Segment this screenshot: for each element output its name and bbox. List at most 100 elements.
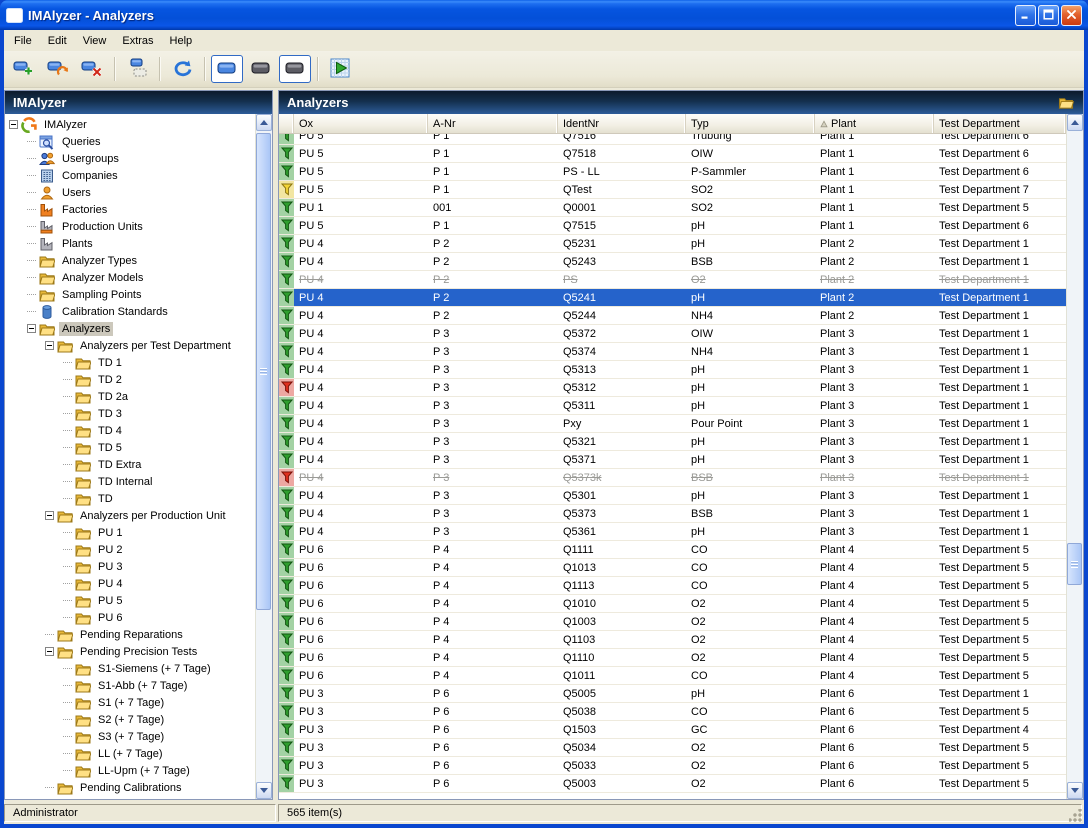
tree-item-sampling-points[interactable]: Sampling Points — [5, 286, 255, 303]
table-scrollbar-thumb[interactable] — [1067, 543, 1082, 585]
table-row-ps-ll[interactable]: PU 5P 1PS - LLP-SammlerPlant 1Test Depar… — [279, 163, 1066, 181]
table-row-q1110[interactable]: PU 6P 4Q1110O2Plant 4Test Department 5 — [279, 649, 1066, 667]
tree-item-analyzer-types[interactable]: Analyzer Types — [5, 252, 255, 269]
tree-item-users[interactable]: Users — [5, 184, 255, 201]
tree-scrollbar-thumb[interactable] — [256, 133, 271, 610]
tree-item-s3-7-tage[interactable]: S3 (+ 7 Tage) — [5, 728, 255, 745]
maximize-button[interactable] — [1038, 5, 1059, 26]
tree-item-td-internal[interactable]: TD Internal — [5, 473, 255, 490]
table-row-q5374[interactable]: PU 4P 3Q5374NH4Plant 3Test Department 1 — [279, 343, 1066, 361]
column-header-plant[interactable]: Plant — [815, 114, 934, 133]
tree-item-analyzers[interactable]: Analyzers — [5, 320, 255, 337]
table-row-q5231[interactable]: PU 4P 2Q5231pHPlant 2Test Department 1 — [279, 235, 1066, 253]
tree-item-s2-7-tage[interactable]: S2 (+ 7 Tage) — [5, 711, 255, 728]
table-row-q1003[interactable]: PU 6P 4Q1003O2Plant 4Test Department 5 — [279, 613, 1066, 631]
column-header-ident[interactable]: IdentNr — [558, 114, 686, 133]
table-scroll-down-button[interactable] — [1067, 782, 1083, 799]
table-scroll-up-button[interactable] — [1067, 114, 1083, 131]
menu-help[interactable]: Help — [162, 32, 201, 50]
close-button[interactable] — [1061, 5, 1082, 26]
tree-scrollbar[interactable] — [255, 114, 272, 799]
resize-grip[interactable] — [1069, 809, 1082, 822]
table-row-q5244[interactable]: PU 4P 2Q5244NH4Plant 2Test Department 1 — [279, 307, 1066, 325]
tree-item-imalyzer[interactable]: IMAlyzer — [5, 116, 255, 133]
table-row-q1010[interactable]: PU 6P 4Q1010O2Plant 4Test Department 5 — [279, 595, 1066, 613]
tree-item-ll-upm-7-tage[interactable]: LL-Upm (+ 7 Tage) — [5, 762, 255, 779]
table-scrollbar[interactable] — [1066, 114, 1083, 799]
table-row-q5372[interactable]: PU 4P 3Q5372OIWPlant 3Test Department 1 — [279, 325, 1066, 343]
table-row-q5301[interactable]: PU 4P 3Q5301pHPlant 3Test Department 1 — [279, 487, 1066, 505]
tree-scroll-up-button[interactable] — [256, 114, 272, 131]
table-row-q7518[interactable]: PU 5P 1Q7518OIWPlant 1Test Department 6 — [279, 145, 1066, 163]
tree-item-analyzers-per-test-department[interactable]: Analyzers per Test Department — [5, 337, 255, 354]
table-row-q7515[interactable]: PU 5P 1Q7515pHPlant 1Test Department 6 — [279, 217, 1066, 235]
menu-view[interactable]: View — [75, 32, 115, 50]
copy-template-button[interactable] — [121, 55, 153, 83]
tree-item-td[interactable]: TD — [5, 490, 255, 507]
tree-item-pu-5[interactable]: PU 5 — [5, 592, 255, 609]
expander-minus-icon[interactable] — [9, 120, 18, 129]
tree-item-td-1[interactable]: TD 1 — [5, 354, 255, 371]
tree-item-usergroups[interactable]: Usergroups — [5, 150, 255, 167]
tree-item-ll-7-tage[interactable]: LL (+ 7 Tage) — [5, 745, 255, 762]
tree-item-analyzer-models[interactable]: Analyzer Models — [5, 269, 255, 286]
table-row-qtest[interactable]: PU 5P 1QTestSO2Plant 1Test Department 7 — [279, 181, 1066, 199]
delete-item-button[interactable] — [76, 55, 108, 83]
tree-item-td-extra[interactable]: TD Extra — [5, 456, 255, 473]
expander-minus-icon[interactable] — [45, 341, 54, 350]
table-row-q0001[interactable]: PU 1001Q0001SO2Plant 1Test Department 5 — [279, 199, 1066, 217]
menu-edit[interactable]: Edit — [40, 32, 75, 50]
column-header-status[interactable] — [279, 114, 294, 133]
table-row-q5005[interactable]: PU 3P 6Q5005pHPlant 6Test Department 1 — [279, 685, 1066, 703]
tree-item-pu-3[interactable]: PU 3 — [5, 558, 255, 575]
table-row-q5321[interactable]: PU 4P 3Q5321pHPlant 3Test Department 1 — [279, 433, 1066, 451]
tree-item-td-3[interactable]: TD 3 — [5, 405, 255, 422]
minimize-button[interactable] — [1015, 5, 1036, 26]
run-query-button[interactable] — [324, 55, 356, 83]
add-item-button[interactable] — [8, 55, 40, 83]
menu-extras[interactable]: Extras — [114, 32, 161, 50]
table-row-pxy[interactable]: PU 4P 3PxyPour PointPlant 3Test Departme… — [279, 415, 1066, 433]
table-row-q1011[interactable]: PU 6P 4Q1011COPlant 4Test Department 5 — [279, 667, 1066, 685]
tree-scrollbar-track[interactable] — [256, 131, 272, 782]
tree-item-td-4[interactable]: TD 4 — [5, 422, 255, 439]
tree-item-s1-siemens-7-tage[interactable]: S1-Siemens (+ 7 Tage) — [5, 660, 255, 677]
edit-item-button[interactable] — [42, 55, 74, 83]
tree-item-td-2[interactable]: TD 2 — [5, 371, 255, 388]
tree-item-companies[interactable]: Companies — [5, 167, 255, 184]
tree-item-pu-4[interactable]: PU 4 — [5, 575, 255, 592]
table-row-q1113[interactable]: PU 6P 4Q1113COPlant 4Test Department 5 — [279, 577, 1066, 595]
column-header-typ[interactable]: Typ — [686, 114, 815, 133]
tree-item-pending-reparations[interactable]: Pending Reparations — [5, 626, 255, 643]
expander-minus-icon[interactable] — [45, 647, 54, 656]
table-row-q5033[interactable]: PU 3P 6Q5033O2Plant 6Test Department 5 — [279, 757, 1066, 775]
table-row-q5371[interactable]: PU 4P 3Q5371pHPlant 3Test Department 1 — [279, 451, 1066, 469]
tree-item-pending-precision-tests[interactable]: Pending Precision Tests — [5, 643, 255, 660]
table-row-q1503[interactable]: PU 3P 6Q1503GCPlant 6Test Department 4 — [279, 721, 1066, 739]
tree-item-s1-7-tage[interactable]: S1 (+ 7 Tage) — [5, 694, 255, 711]
table-row-q5034[interactable]: PU 3P 6Q5034O2Plant 6Test Department 5 — [279, 739, 1066, 757]
tree-item-pending-calibrations[interactable]: Pending Calibrations — [5, 779, 255, 796]
refresh-button[interactable] — [166, 55, 198, 83]
column-header-ox[interactable]: Ox — [294, 114, 428, 133]
tree-item-analyzers-per-production-unit[interactable]: Analyzers per Production Unit — [5, 507, 255, 524]
table-row-q5038[interactable]: PU 3P 6Q5038COPlant 6Test Department 5 — [279, 703, 1066, 721]
expander-minus-icon[interactable] — [45, 511, 54, 520]
tree-item-production-units[interactable]: Production Units — [5, 218, 255, 235]
tree-item-plants[interactable]: Plants — [5, 235, 255, 252]
table-row-q5312[interactable]: PU 4P 3Q5312pHPlant 3Test Department 1 — [279, 379, 1066, 397]
view-inactive-toggle[interactable] — [245, 55, 277, 83]
table-row-ps[interactable]: PU 4P 2PSO2Plant 2Test Department 1 — [279, 271, 1066, 289]
table-row-q5373[interactable]: PU 4P 3Q5373BSBPlant 3Test Department 1 — [279, 505, 1066, 523]
table-scrollbar-track[interactable] — [1067, 131, 1083, 782]
view-deleted-toggle[interactable] — [279, 55, 311, 83]
tree-item-pu-2[interactable]: PU 2 — [5, 541, 255, 558]
tree-item-pu-6[interactable]: PU 6 — [5, 609, 255, 626]
tree-item-td-5[interactable]: TD 5 — [5, 439, 255, 456]
tree-item-s1-abb-7-tage[interactable]: S1-Abb (+ 7 Tage) — [5, 677, 255, 694]
table-row-q1013[interactable]: PU 6P 4Q1013COPlant 4Test Department 5 — [279, 559, 1066, 577]
table-row-q5373k[interactable]: PU 4P 3Q5373kBSBPlant 3Test Department 1 — [279, 469, 1066, 487]
table-row-q5003[interactable]: PU 3P 6Q5003O2Plant 6Test Department 5 — [279, 775, 1066, 793]
table-row-q1103[interactable]: PU 6P 4Q1103O2Plant 4Test Department 5 — [279, 631, 1066, 649]
menu-file[interactable]: File — [6, 32, 40, 50]
